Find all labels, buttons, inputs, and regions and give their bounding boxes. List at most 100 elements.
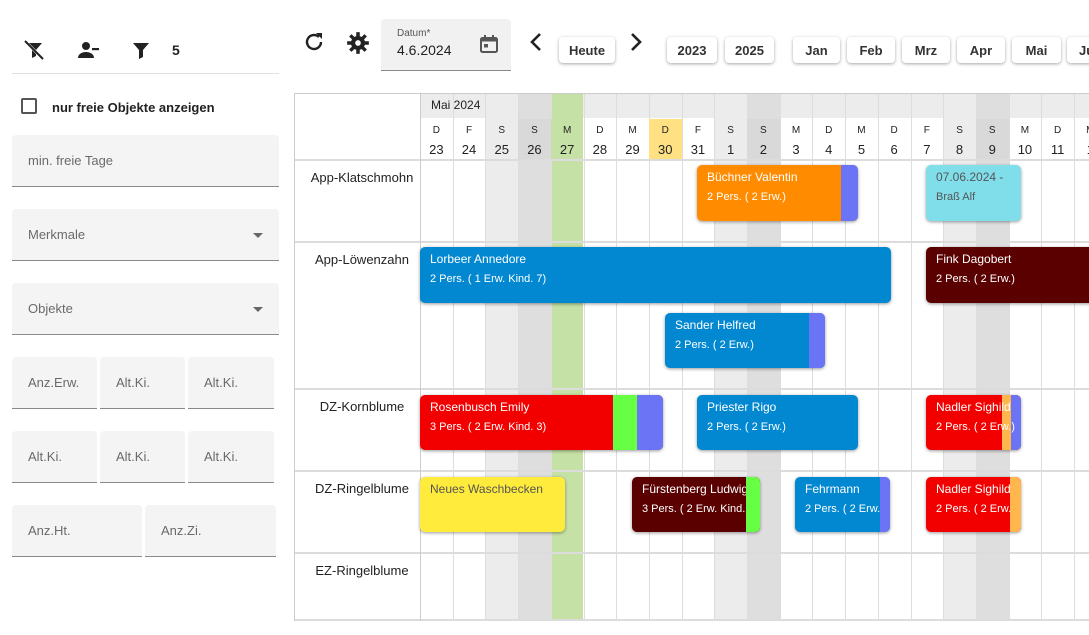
day-number: 1 bbox=[1074, 142, 1089, 157]
weekday-label: S bbox=[727, 125, 734, 136]
booking-brass-alf[interactable]: 07.06.2024 - Braß Alf bbox=[926, 165, 1021, 221]
objects-select[interactable]: Objekte bbox=[12, 283, 279, 335]
day-column bbox=[616, 94, 649, 621]
day-column bbox=[485, 94, 519, 621]
booking-guest: Priester Rigo bbox=[707, 400, 777, 414]
booking-persons: 2 Pers. ( 2 Erw.) bbox=[707, 421, 786, 433]
free-only-checkbox[interactable] bbox=[21, 98, 37, 114]
booking-fuerstenberg-ludwig[interactable]: Fürstenberg Ludwig 3 Pers. ( 2 Erw. Kind… bbox=[632, 477, 760, 532]
day-number: 27 bbox=[559, 142, 575, 157]
booking-persons: 3 Pers. ( 2 Erw. Kind. bbox=[642, 503, 746, 515]
free-only-label: nur freie Objekte anzeigen bbox=[52, 100, 215, 115]
features-placeholder: Merkmale bbox=[28, 227, 86, 242]
row-divider bbox=[295, 159, 1089, 161]
row-divider bbox=[295, 552, 1089, 554]
booking-persons: 2 Pers. ( 1 Erw. Kind. 7) bbox=[430, 273, 547, 285]
task-neues-waschbecken[interactable]: Neues Waschbecken bbox=[420, 477, 565, 532]
booking-rosenbusch-emily[interactable]: Rosenbusch Emily 3 Pers. ( 2 Erw. Kind. … bbox=[420, 395, 663, 450]
clear-filter-icon[interactable] bbox=[22, 38, 46, 62]
day-number: 3 bbox=[792, 142, 800, 157]
status-stripe bbox=[841, 165, 858, 221]
weekday-label: D bbox=[1054, 125, 1062, 136]
today-button[interactable]: Heute bbox=[559, 37, 615, 63]
day-number: 28 bbox=[592, 142, 608, 157]
min-free-days-placeholder: min. freie Tage bbox=[28, 153, 114, 168]
row-divider bbox=[295, 388, 1089, 390]
day-number: 23 bbox=[429, 142, 444, 157]
pets-input[interactable]: Anz.Ht. bbox=[12, 505, 142, 557]
row-label-app-loewenzahn: App-Löwenzahn bbox=[315, 252, 409, 267]
booking-persons: 2 Pers. ( 2 Erw.) bbox=[936, 421, 1015, 433]
booking-fehrmann[interactable]: Fehrmann 2 Pers. ( 2 Erw.) bbox=[795, 477, 890, 532]
weekday-label: M bbox=[628, 125, 637, 136]
child-age-input[interactable]: Alt.Ki. bbox=[188, 357, 274, 409]
weekday-label: F bbox=[923, 125, 930, 136]
status-stripe bbox=[746, 477, 760, 532]
features-select[interactable]: Merkmale bbox=[12, 209, 279, 261]
weekday-label: S bbox=[760, 125, 767, 136]
settings-gear-icon[interactable] bbox=[345, 30, 371, 56]
booking-guest: Braß Alf bbox=[936, 191, 976, 203]
rooms-input[interactable]: Anz.Zi. bbox=[145, 505, 276, 557]
child-age-input[interactable]: Alt.Ki. bbox=[100, 431, 185, 483]
booking-guest: Nadler Sighild bbox=[936, 400, 1011, 414]
date-label: Datum* bbox=[397, 28, 431, 39]
weekday-label: F bbox=[465, 125, 473, 136]
date-input[interactable]: Datum* 4.6.2024 bbox=[381, 19, 511, 71]
day-number: 7 bbox=[923, 142, 931, 157]
day-number: 5 bbox=[857, 142, 866, 157]
divider bbox=[12, 73, 279, 74]
booking-guest: Sander Helfred bbox=[675, 318, 756, 332]
row-divider bbox=[295, 619, 1089, 621]
month-feb-button[interactable]: Feb bbox=[847, 37, 895, 63]
booking-persons: 2 Pers. ( 2 Erw.) bbox=[805, 503, 884, 515]
row-divider bbox=[295, 241, 1089, 243]
child-age-input[interactable]: Alt.Ki. bbox=[12, 431, 97, 483]
booking-nadler-sighild-2[interactable]: Nadler Sighild 2 Pers. ( 2 Erw.) bbox=[926, 477, 1021, 532]
day-number: 26 bbox=[527, 142, 542, 157]
booking-sander-helfred[interactable]: Sander Helfred 2 Pers. ( 2 Erw.) bbox=[665, 313, 825, 368]
booking-fink-dagobert[interactable]: Fink Dagobert 2 Pers. ( 2 Erw.) bbox=[926, 247, 1089, 303]
pets-placeholder: Anz.Ht. bbox=[28, 523, 71, 538]
child-age-input[interactable]: Alt.Ki. bbox=[100, 357, 185, 409]
filter-icon[interactable] bbox=[129, 38, 153, 62]
booking-buechner-valentin[interactable]: Büchner Valentin 2 Pers. ( 2 Erw.) bbox=[697, 165, 858, 221]
status-stripe bbox=[613, 395, 637, 450]
booking-nadler-sighild[interactable]: Nadler Sighild 2 Pers. ( 2 Erw.) bbox=[926, 395, 1021, 450]
day-column bbox=[518, 94, 551, 621]
year-prev-button[interactable]: 2023 bbox=[667, 37, 717, 63]
day-number: 1 bbox=[727, 142, 735, 157]
weekday-label: D bbox=[661, 125, 669, 136]
next-arrow-icon[interactable] bbox=[628, 30, 644, 58]
weekday-label: D bbox=[825, 125, 833, 136]
calendar-icon[interactable] bbox=[479, 34, 499, 54]
child-age-input[interactable]: Alt.Ki. bbox=[188, 431, 274, 483]
booking-persons: 2 Pers. ( 2 Erw.) bbox=[936, 503, 1015, 515]
year-next-button[interactable]: 2025 bbox=[725, 37, 774, 63]
weekday-label: M bbox=[857, 125, 866, 136]
day-column bbox=[1041, 94, 1074, 621]
child-age-placeholder: Alt.Ki. bbox=[204, 449, 238, 464]
month-apr-button[interactable]: Apr bbox=[957, 37, 1005, 63]
month-jan-button[interactable]: Jan bbox=[793, 37, 840, 63]
min-free-days-input[interactable]: min. freie Tage bbox=[12, 135, 279, 187]
rooms-placeholder: Anz.Zi. bbox=[161, 523, 202, 538]
remove-person-icon[interactable] bbox=[76, 38, 100, 62]
child-age-placeholder: Alt.Ki. bbox=[116, 375, 150, 390]
booking-persons: 2 Pers. ( 2 Erw.) bbox=[675, 339, 754, 351]
month-may-button[interactable]: Mai bbox=[1012, 37, 1061, 63]
refresh-icon[interactable] bbox=[302, 30, 328, 56]
booking-guest: Fink Dagobert bbox=[936, 252, 1012, 266]
booking-date: 07.06.2024 - bbox=[936, 170, 1004, 184]
day-column bbox=[877, 94, 911, 621]
weekday-label: D bbox=[890, 125, 898, 136]
occupancy-calendar: Mai 2024 Jun 2024 App-Klatschmohn App-Lö… bbox=[294, 93, 1089, 621]
booking-priester-rigo[interactable]: Priester Rigo 2 Pers. ( 2 Erw.) bbox=[697, 395, 858, 450]
adults-input[interactable]: Anz.Erw. bbox=[12, 357, 97, 409]
day-number: 11 bbox=[1050, 142, 1065, 157]
month-jun-button[interactable]: Ju bbox=[1067, 37, 1089, 63]
month-mar-button[interactable]: Mrz bbox=[902, 37, 950, 63]
booking-lorbeer-annedore[interactable]: Lorbeer Annedore 2 Pers. ( 1 Erw. Kind. … bbox=[420, 247, 891, 303]
prev-arrow-icon[interactable] bbox=[528, 30, 544, 58]
status-stripe bbox=[1010, 477, 1021, 532]
